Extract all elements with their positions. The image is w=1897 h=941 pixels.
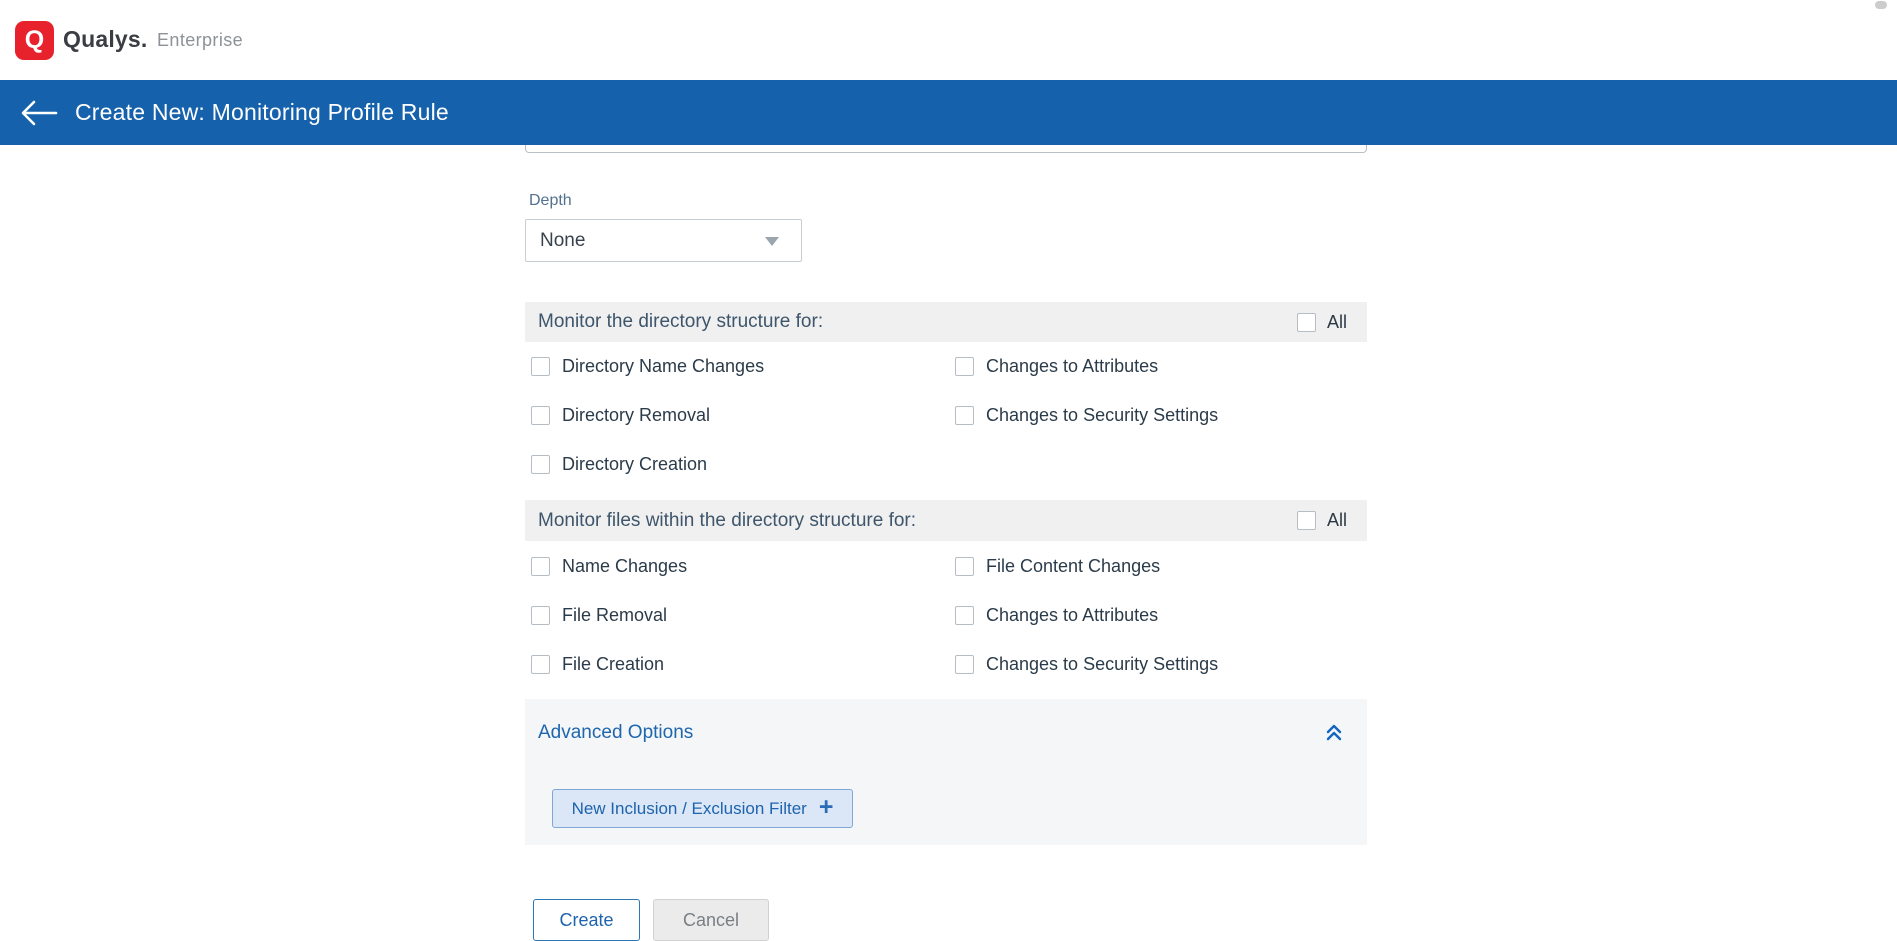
checkbox-row-file-removal[interactable]: File Removal: [531, 591, 687, 640]
section1-all-group: All: [1297, 312, 1347, 333]
checkbox-row-directory-creation[interactable]: Directory Creation: [531, 440, 764, 489]
top-app-bar: Q Qualys. Enterprise: [0, 0, 1897, 80]
chevrons-up-icon[interactable]: [1323, 721, 1345, 743]
checkbox-label: Changes to Security Settings: [986, 654, 1218, 675]
checkbox[interactable]: [531, 606, 550, 625]
checkbox-row-changes-to-attributes[interactable]: Changes to Attributes: [955, 342, 1218, 391]
checkbox-row-directory-name-changes[interactable]: Directory Name Changes: [531, 342, 764, 391]
checkbox[interactable]: [955, 606, 974, 625]
create-button[interactable]: Create: [533, 899, 640, 941]
advanced-options-panel: Advanced Options New Inclusion / Exclusi…: [525, 699, 1367, 845]
section1-left-column: Directory Name Changes Directory Removal…: [531, 342, 764, 489]
truncated-text-field[interactable]: [525, 145, 1367, 153]
checkbox-label: Changes to Attributes: [986, 605, 1158, 626]
checkbox-row-directory-removal[interactable]: Directory Removal: [531, 391, 764, 440]
edition-label: Enterprise: [157, 30, 243, 51]
section2-all-label: All: [1327, 510, 1347, 531]
checkbox[interactable]: [955, 406, 974, 425]
cancel-button[interactable]: Cancel: [653, 899, 769, 941]
page: Q Qualys. Enterprise Create New: Monitor…: [0, 0, 1897, 914]
qualys-logo-icon[interactable]: Q: [15, 21, 54, 60]
checkbox-label: Directory Removal: [562, 405, 710, 426]
back-arrow-icon[interactable]: [20, 100, 60, 126]
section1-all-checkbox[interactable]: [1297, 313, 1316, 332]
checkbox-row-changes-to-attributes-files[interactable]: Changes to Attributes: [955, 591, 1218, 640]
section1-right-column: Changes to Attributes Changes to Securit…: [955, 342, 1218, 440]
checkbox[interactable]: [955, 357, 974, 376]
section2-all-checkbox[interactable]: [1297, 511, 1316, 530]
section-header-directory: Monitor the directory structure for: All: [525, 302, 1367, 342]
checkbox-label: File Removal: [562, 605, 667, 626]
checkbox-label: Changes to Security Settings: [986, 405, 1218, 426]
checkbox-row-changes-to-security-settings[interactable]: Changes to Security Settings: [955, 391, 1218, 440]
checkbox[interactable]: [531, 655, 550, 674]
new-inclusion-exclusion-filter-button[interactable]: New Inclusion / Exclusion Filter +: [552, 789, 853, 828]
checkbox-row-file-content-changes[interactable]: File Content Changes: [955, 542, 1218, 591]
checkbox[interactable]: [531, 406, 550, 425]
filter-button-label: New Inclusion / Exclusion Filter: [572, 799, 807, 819]
section-title-files: Monitor files within the directory struc…: [538, 510, 916, 532]
depth-dropdown[interactable]: None: [525, 219, 802, 262]
scrollbar-thumb[interactable]: [1875, 1, 1887, 9]
section-title-directory: Monitor the directory structure for:: [538, 311, 823, 333]
checkbox-label: Changes to Attributes: [986, 356, 1158, 377]
checkbox-label: File Creation: [562, 654, 664, 675]
checkbox[interactable]: [955, 655, 974, 674]
section2-right-column: File Content Changes Changes to Attribut…: [955, 542, 1218, 689]
title-bar: Create New: Monitoring Profile Rule: [0, 80, 1897, 145]
dropdown-caret-icon: [765, 237, 779, 246]
advanced-options-toggle[interactable]: Advanced Options: [538, 722, 693, 744]
brand-name: Qualys.: [63, 26, 148, 53]
checkbox-label: Directory Creation: [562, 454, 707, 475]
checkbox[interactable]: [955, 557, 974, 576]
checkbox-label: File Content Changes: [986, 556, 1160, 577]
depth-field-label: Depth: [529, 192, 572, 210]
section-header-files: Monitor files within the directory struc…: [525, 500, 1367, 541]
section2-left-column: Name Changes File Removal File Creation: [531, 542, 687, 689]
depth-dropdown-value: None: [540, 230, 585, 252]
qualys-logo-letter: Q: [25, 28, 44, 53]
checkbox-label: Name Changes: [562, 556, 687, 577]
section2-all-group: All: [1297, 510, 1347, 531]
checkbox[interactable]: [531, 455, 550, 474]
checkbox-row-file-creation[interactable]: File Creation: [531, 640, 687, 689]
page-title: Create New: Monitoring Profile Rule: [75, 80, 449, 145]
checkbox-label: Directory Name Changes: [562, 356, 764, 377]
checkbox[interactable]: [531, 557, 550, 576]
checkbox-row-name-changes[interactable]: Name Changes: [531, 542, 687, 591]
checkbox[interactable]: [531, 357, 550, 376]
checkbox-row-changes-to-security-settings-files[interactable]: Changes to Security Settings: [955, 640, 1218, 689]
section1-all-label: All: [1327, 312, 1347, 333]
plus-icon: +: [819, 795, 834, 820]
